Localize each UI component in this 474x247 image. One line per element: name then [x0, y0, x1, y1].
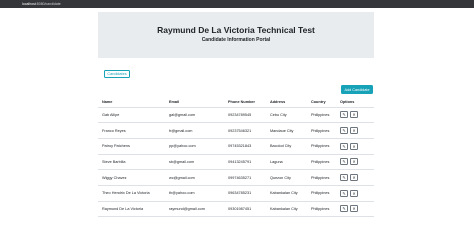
cell-phone: 09634785231 [224, 185, 266, 202]
cell-email: sb@gmail.com [165, 154, 224, 171]
pencil-icon[interactable]: ✎ [340, 174, 348, 182]
candidates-nav-button[interactable]: Candidates [104, 70, 130, 78]
pencil-icon[interactable]: ✎ [340, 158, 348, 166]
pencil-icon[interactable]: ✎ [340, 189, 348, 197]
cell-options: ✎ ✕ [336, 201, 374, 218]
column-header-address: Address [266, 97, 307, 108]
page-subtitle: Candidate Information Portal [201, 37, 271, 43]
column-header-email: Email [165, 97, 224, 108]
cell-email: gal@gmail.com [165, 107, 224, 124]
cell-address: Kabankalan City [266, 201, 307, 218]
trash-icon[interactable]: ✕ [350, 111, 358, 119]
trash-icon[interactable]: ✕ [350, 205, 358, 213]
trash-icon[interactable]: ✕ [350, 189, 358, 197]
cell-email: fr@gmail.com [165, 122, 224, 139]
cell-country: Philippines [307, 185, 336, 202]
table-row: Gab Allipe gal@gmail.com 09234789545 Cebu C… [98, 107, 374, 124]
cell-address: Bacolod City [266, 138, 307, 155]
browser-bar: localhost:8080/candidate [0, 0, 474, 8]
cell-phone: 09234789545 [224, 107, 266, 124]
page-title: Raymund De La Victoria Technical Test [157, 25, 315, 35]
cell-email: wc@gmail.com [165, 169, 224, 186]
pencil-icon[interactable]: ✎ [340, 205, 348, 213]
table-row: Steve Barbilla sb@gmail.com 09413245791 Lag… [98, 154, 374, 171]
url-text: localhost:8080/candidate [22, 2, 61, 6]
trash-icon[interactable]: ✕ [350, 127, 358, 135]
cell-address: Cebu City [266, 107, 307, 124]
add-candidate-button[interactable]: Add Candidate [341, 85, 373, 94]
column-header-country: Country [307, 97, 336, 108]
cell-options: ✎ ✕ [336, 169, 374, 186]
table-row: Theo Hendrix De La Victoria th@yahoo.com 0… [98, 185, 374, 202]
cell-name: Wiggy Chavez [98, 169, 165, 186]
cell-country: Philippines [307, 154, 336, 171]
cell-country: Philippines [307, 122, 336, 139]
trash-icon[interactable]: ✕ [350, 158, 358, 166]
cell-country: Philippines [307, 138, 336, 155]
pencil-icon[interactable]: ✎ [340, 142, 348, 150]
trash-icon[interactable]: ✕ [350, 174, 358, 182]
cell-name: Steve Barbilla [98, 154, 165, 171]
cell-phone: 09237546321 [224, 122, 266, 139]
column-header-options: Options [336, 97, 374, 108]
cell-options: ✎ ✕ [336, 138, 374, 155]
cell-name: Franco Reyes [98, 122, 165, 139]
table-row: Patroy Patchens pp@yahoo.com 09745321843 Ba… [98, 138, 374, 155]
cell-address: Kabankalan City [266, 185, 307, 202]
candidates-table: Name Email Phone Number Address Country … [98, 97, 374, 218]
cell-options: ✎ ✕ [336, 122, 374, 139]
cell-phone: 09413245791 [224, 154, 266, 171]
cell-name: Raymund De La Victoria [98, 201, 165, 218]
cell-address: Quezon City [266, 169, 307, 186]
pencil-icon[interactable]: ✎ [340, 111, 348, 119]
trash-icon[interactable]: ✕ [350, 142, 358, 150]
cell-name: Gab Allipe [98, 107, 165, 124]
pencil-icon[interactable]: ✎ [340, 127, 348, 135]
cell-email: raymund@gmail.com [165, 201, 224, 218]
cell-name: Theo Hendrix De La Victoria [98, 185, 165, 202]
table-header-row: Name Email Phone Number Address Country … [98, 97, 374, 108]
cell-country: Philippines [307, 201, 336, 218]
table-row: Franco Reyes fr@gmail.com 09237546321 Manda… [98, 122, 374, 139]
cell-phone: 09745321843 [224, 138, 266, 155]
cell-email: th@yahoo.com [165, 185, 224, 202]
column-header-phone: Phone Number [224, 97, 266, 108]
cell-address: Laguna [266, 154, 307, 171]
column-header-name: Name [98, 97, 165, 108]
cell-options: ✎ ✕ [336, 107, 374, 124]
cell-phone: 09301987451 [224, 201, 266, 218]
jumbotron: Raymund De La Victoria Technical Test Ca… [98, 12, 374, 58]
cell-email: pp@yahoo.com [165, 138, 224, 155]
cell-address: Mandaue City [266, 122, 307, 139]
table-row: Wiggy Chavez wc@gmail.com 09974635271 Quezo… [98, 169, 374, 186]
cell-options: ✎ ✕ [336, 185, 374, 202]
address-bar[interactable]: localhost:8080/candidate [22, 1, 61, 7]
cell-options: ✎ ✕ [336, 154, 374, 171]
cell-phone: 09974635271 [224, 169, 266, 186]
cell-name: Patroy Patchens [98, 138, 165, 155]
table-row: Raymund De La Victoria raymund@gmail.com 0… [98, 201, 374, 218]
cell-country: Philippines [307, 107, 336, 124]
cell-country: Philippines [307, 169, 336, 186]
